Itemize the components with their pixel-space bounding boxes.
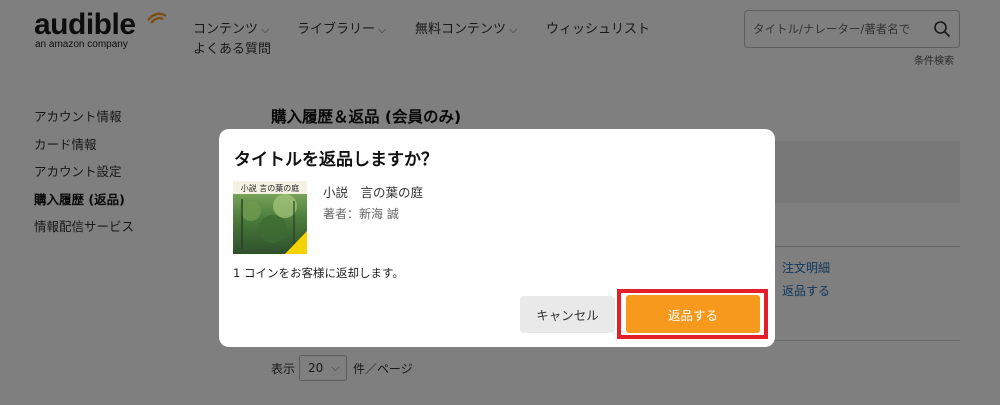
return-confirm-dialog: タイトルを返品しますか？ 小説 言の葉の庭 小説 言の葉の庭 著者：新海 誠 1… [219,129,775,347]
book-title: 小説 言の葉の庭 [323,185,424,200]
refund-note: 1 コインをお客様に返却します。 [233,266,404,280]
book-author: 著者：新海 誠 [323,207,399,221]
book-cover-image: 小説 言の葉の庭 [233,181,307,254]
confirm-return-button[interactable]: 返品する [626,295,760,333]
book-cover-art: 小説 言の葉の庭 [233,181,307,254]
cover-title-text: 小説 言の葉の庭 [241,183,300,193]
cancel-button[interactable]: キャンセル [520,296,615,333]
dialog-title: タイトルを返品しますか？ [234,150,438,170]
